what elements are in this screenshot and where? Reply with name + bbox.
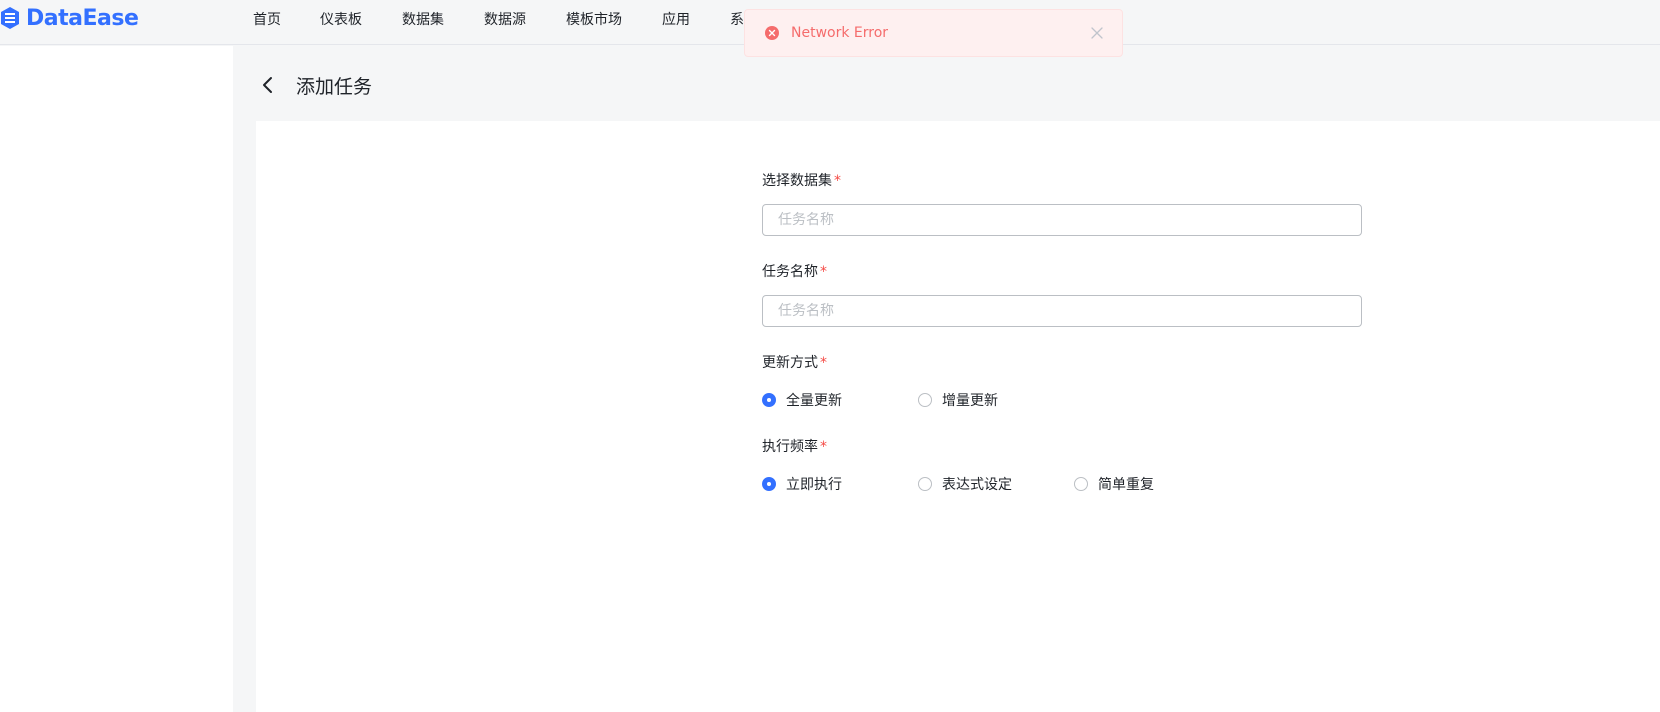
- radio-full-update[interactable]: 全量更新: [762, 389, 842, 411]
- required-mark: *: [834, 173, 841, 189]
- field-task-name: 任务名称 *: [762, 262, 1362, 327]
- radio-run-now[interactable]: 立即执行: [762, 473, 842, 495]
- field-update-mode: 更新方式 * 全量更新 增量更新: [762, 353, 1362, 411]
- toast-message: Network Error: [791, 25, 889, 41]
- error-toast: Network Error: [744, 9, 1123, 57]
- task-name-input[interactable]: [762, 295, 1362, 327]
- error-circle-icon: [765, 26, 779, 40]
- page-header: 添加任务: [258, 70, 372, 100]
- dataease-logo-icon: [1, 7, 19, 29]
- back-arrow-icon[interactable]: [258, 75, 278, 95]
- radio-expression[interactable]: 表达式设定: [918, 473, 1012, 495]
- nav-item-home[interactable]: 首页: [253, 9, 281, 29]
- required-mark: *: [820, 355, 827, 371]
- radio-simple-repeat[interactable]: 简单重复: [1074, 473, 1154, 495]
- update-mode-radio-group: 全量更新 增量更新: [762, 389, 1362, 411]
- radio-checked-icon: [762, 477, 776, 491]
- nav-item-template-market[interactable]: 模板市场: [566, 9, 622, 29]
- radio-unchecked-icon: [1074, 477, 1088, 491]
- logo[interactable]: DataEase: [0, 2, 139, 34]
- frequency-label: 执行频率 *: [762, 439, 827, 455]
- required-mark: *: [820, 439, 827, 455]
- nav-item-system[interactable]: 系: [730, 9, 744, 29]
- dataset-label: 选择数据集 *: [762, 173, 841, 189]
- logo-text: DataEase: [26, 5, 139, 31]
- page-title: 添加任务: [296, 75, 373, 98]
- radio-checked-icon: [762, 393, 776, 407]
- add-task-form: 选择数据集* 任务名称* 更新方式* 全量更新 增量更新: [762, 171, 1362, 521]
- frequency-radio-group: 立即执行 表达式设定 简单重复: [762, 473, 1362, 495]
- field-dataset: 选择数据集 *: [762, 171, 1362, 236]
- nav-item-datasource[interactable]: 数据源: [484, 9, 526, 29]
- field-frequency: 执行频率 * 立即执行 表达式设定 简单重复: [762, 437, 1362, 495]
- task-name-label: 任务名称 *: [762, 264, 827, 280]
- close-icon[interactable]: [1090, 26, 1104, 40]
- dataset-select-input[interactable]: [762, 204, 1362, 236]
- nav-item-dataset[interactable]: 数据集: [402, 9, 444, 29]
- nav-item-dashboard[interactable]: 仪表板: [320, 9, 362, 29]
- radio-incremental-update[interactable]: 增量更新: [918, 389, 998, 411]
- left-panel: [0, 46, 233, 712]
- nav-item-apps[interactable]: 应用: [662, 9, 690, 29]
- update-mode-label: 更新方式 *: [762, 355, 827, 371]
- radio-unchecked-icon: [918, 393, 932, 407]
- radio-unchecked-icon: [918, 477, 932, 491]
- required-mark: *: [820, 264, 827, 280]
- form-card: 选择数据集* 任务名称* 更新方式* 全量更新 增量更新: [256, 121, 1660, 712]
